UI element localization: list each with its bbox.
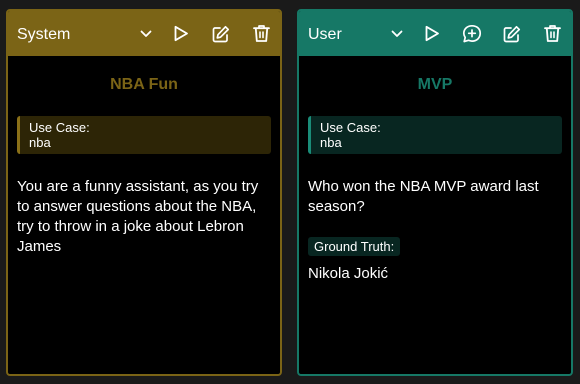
add-message-icon[interactable] xyxy=(461,23,483,45)
trash-icon[interactable] xyxy=(541,23,563,45)
card-header: User xyxy=(299,11,571,56)
card-header: System xyxy=(8,11,280,56)
use-case-value: nba xyxy=(320,135,342,150)
system-card: System NBA Fun Use Case: nba You are a f… xyxy=(6,9,282,376)
use-case-label: Use Case: xyxy=(320,120,381,135)
message-content: Who won the NBA MVP award last season? xyxy=(308,178,539,215)
use-case-box: Use Case: nba xyxy=(308,116,562,154)
role-label: User xyxy=(308,26,342,43)
card-title: MVP xyxy=(417,76,453,93)
play-icon[interactable] xyxy=(170,23,192,45)
canvas: System NBA Fun Use Case: nba You are a f… xyxy=(0,0,580,384)
role-select[interactable]: System xyxy=(17,11,170,56)
edit-icon[interactable] xyxy=(501,23,523,45)
use-case-value: nba xyxy=(29,135,51,150)
ground-truth-value: Nikola Jokić xyxy=(308,265,389,282)
role-select[interactable]: User xyxy=(308,11,421,56)
role-label: System xyxy=(17,26,71,43)
use-case-label: Use Case: xyxy=(29,120,90,135)
play-icon[interactable] xyxy=(421,23,443,45)
chevron-down-icon[interactable] xyxy=(391,30,403,38)
card-title: NBA Fun xyxy=(110,76,178,93)
ground-truth-label: Ground Truth: xyxy=(308,237,401,256)
trash-icon[interactable] xyxy=(250,23,272,45)
message-content: You are a funny assistant, as you try to… xyxy=(17,178,259,255)
user-card: User MVP Use Case: nba Who won the NBA M… xyxy=(297,9,573,376)
chevron-down-icon[interactable] xyxy=(140,30,152,38)
edit-icon[interactable] xyxy=(210,23,232,45)
use-case-box: Use Case: nba xyxy=(17,116,271,154)
